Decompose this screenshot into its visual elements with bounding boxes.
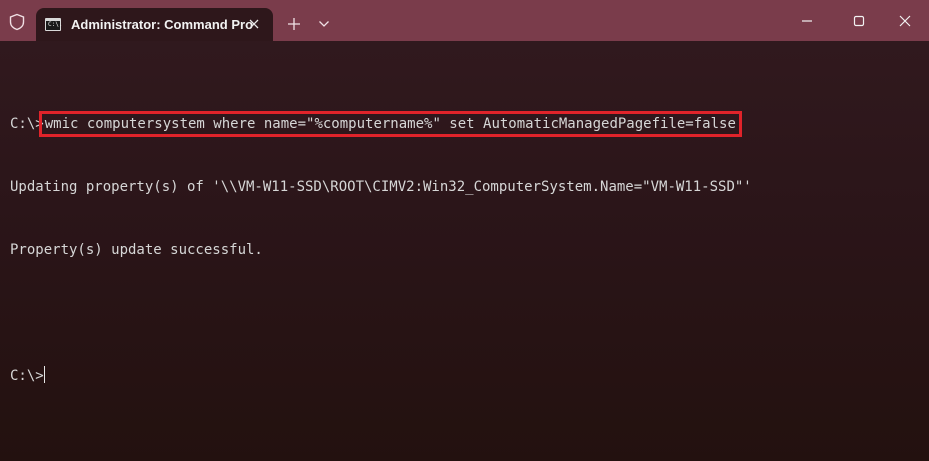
command-prompt-icon: C:\. [45, 18, 62, 31]
tab-command-prompt[interactable]: C:\. Administrator: Command Pro [36, 8, 273, 41]
shield-icon [9, 13, 25, 31]
new-tab-plus-icon[interactable] [286, 16, 302, 32]
maximize-icon[interactable] [852, 14, 866, 28]
prompt: C:\> [10, 116, 44, 132]
close-icon[interactable] [247, 17, 261, 31]
terminal-line-command: C:\>wmic computersystem where name="%com… [10, 111, 752, 137]
terminal-line-output: Updating property(s) of '\\VM-W11-SSD\RO… [10, 179, 752, 195]
tab-title: Administrator: Command Pro [71, 17, 254, 32]
window-close-icon[interactable] [898, 14, 912, 28]
terminal-line-output: Property(s) update successful. [10, 242, 263, 258]
prompt: C:\> [10, 368, 44, 384]
terminal-window: C:\. Administrator: Command Pro C:\>wmic… [0, 0, 929, 461]
highlighted-command: wmic computersystem where name="%compute… [38, 111, 742, 137]
terminal-line-prompt: C:\> [10, 366, 752, 387]
chevron-down-icon[interactable] [318, 20, 330, 28]
text-cursor [43, 366, 45, 383]
title-bar: C:\. Administrator: Command Pro [0, 0, 929, 41]
terminal-output[interactable]: C:\>wmic computersystem where name="%com… [10, 72, 752, 429]
minimize-icon[interactable] [800, 14, 814, 28]
